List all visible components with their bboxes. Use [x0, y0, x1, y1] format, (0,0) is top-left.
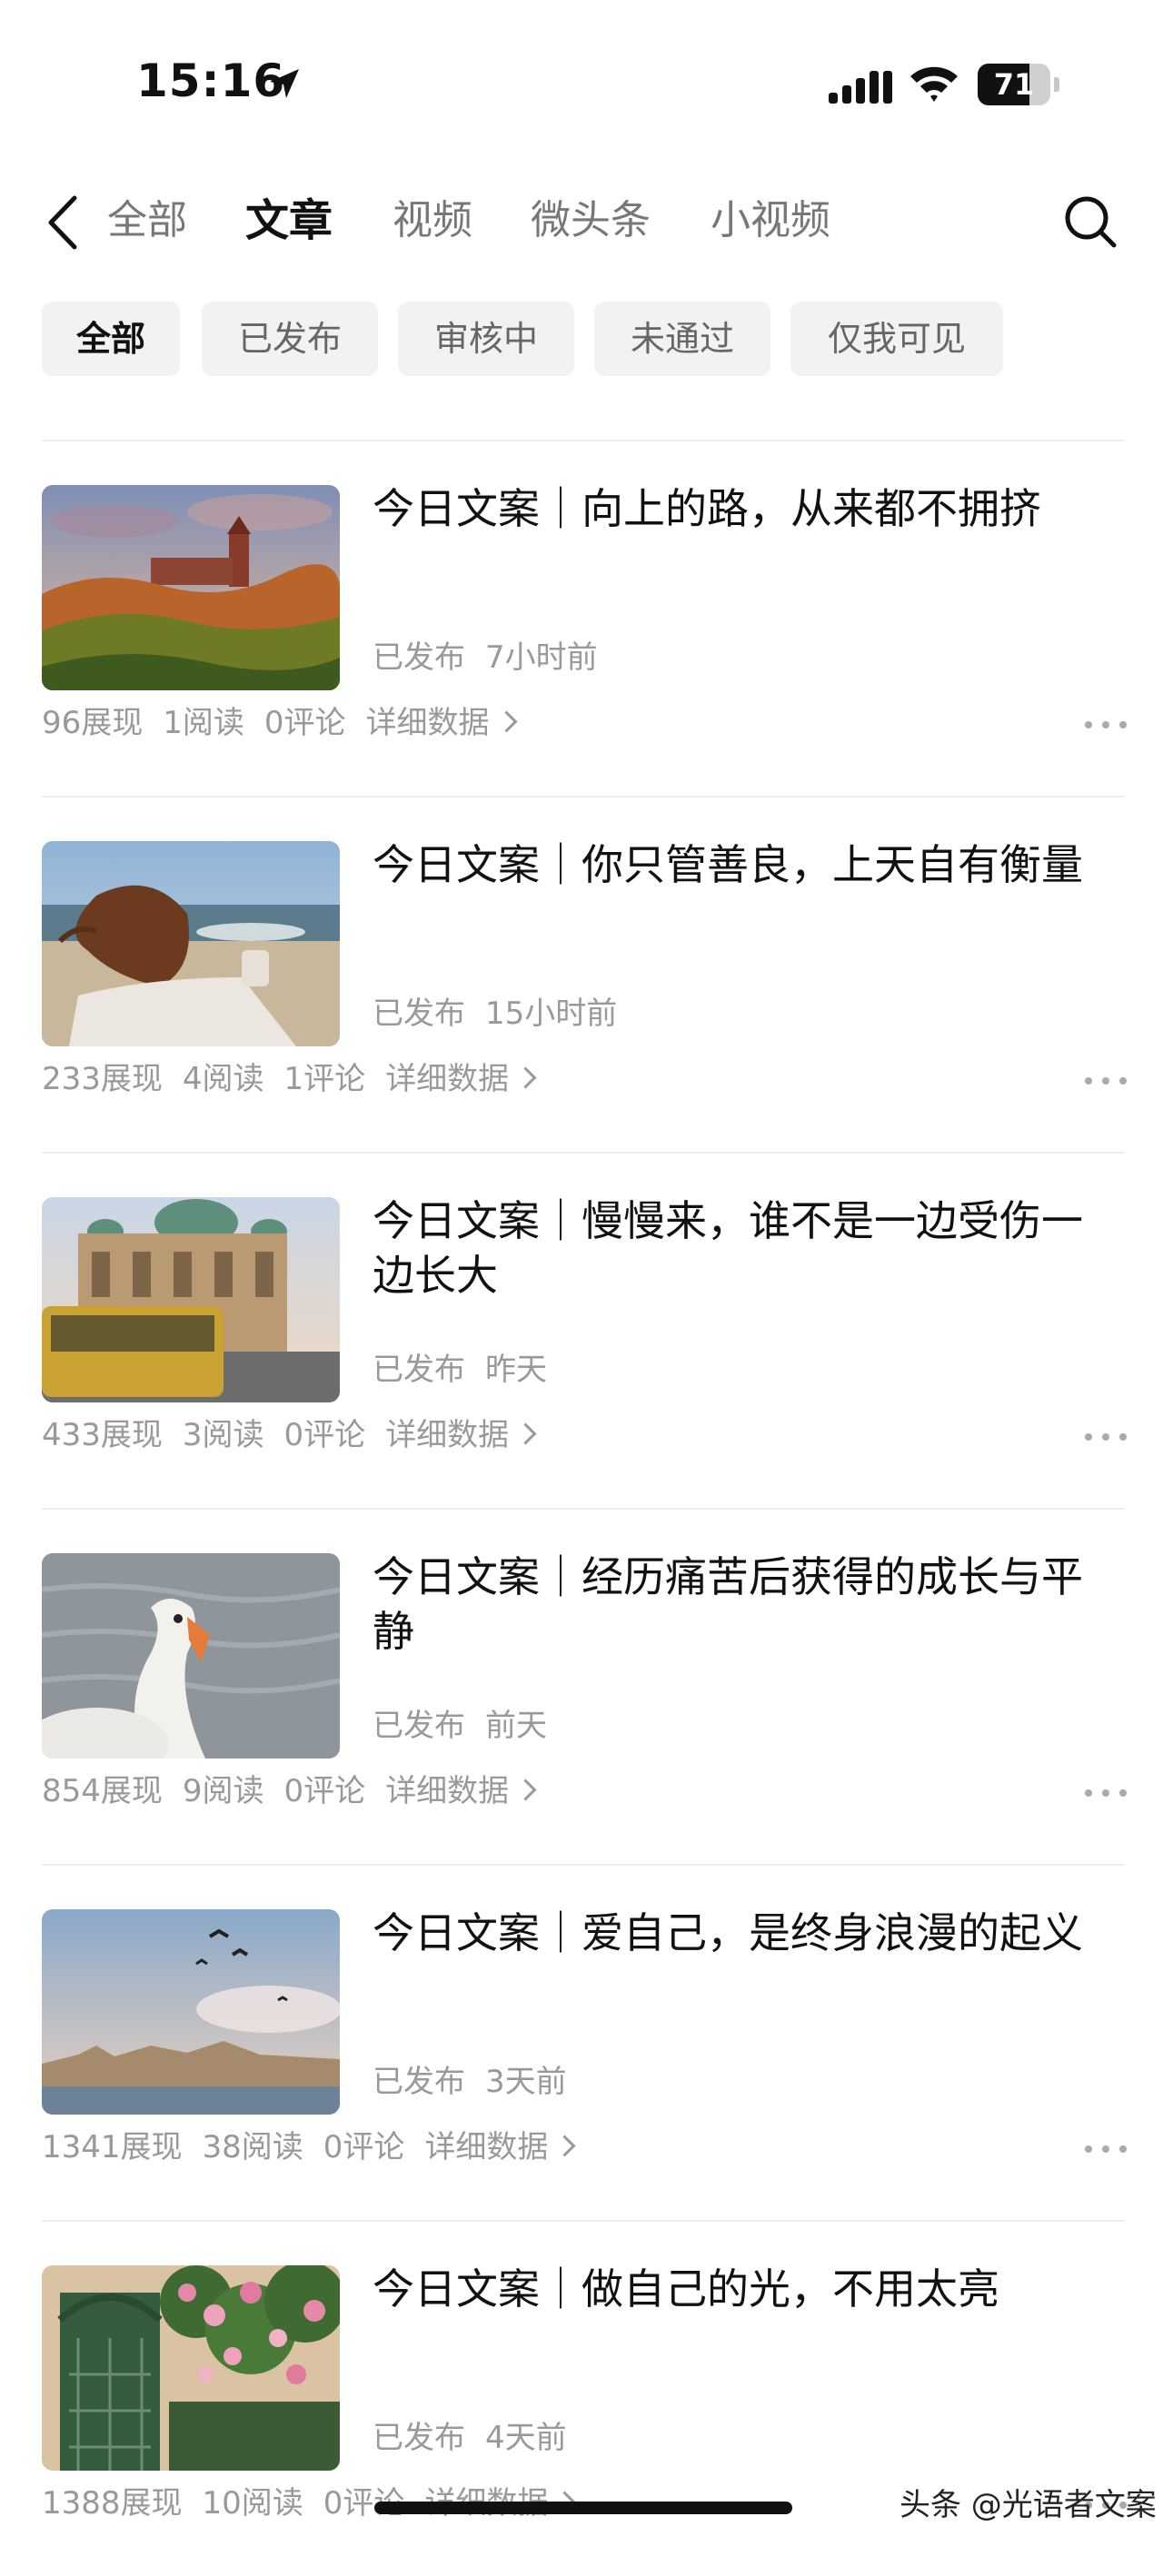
article-time: 3天前	[485, 2064, 567, 2100]
article-time: 前天	[485, 1708, 547, 1744]
article-impressions: 96展现	[42, 705, 144, 741]
filter-chip-all[interactable]: 全部	[42, 302, 180, 376]
article-reads: 3阅读	[182, 1417, 264, 1453]
detail-data-link[interactable]: 详细数据	[385, 1417, 509, 1453]
article-item[interactable]: 今日文案｜你只管善良，上天自有衡量 已发布 15小时前 233展现 4阅读 1评论 详细…	[0, 798, 1163, 1152]
battery-level-text: 71	[993, 67, 1035, 102]
article-title[interactable]: 今日文案｜你只管善良，上天自有衡量	[373, 837, 1099, 892]
article-status-line: 已发布 4天前	[373, 2413, 567, 2457]
article-reads: 10阅读	[202, 2485, 303, 2522]
article-status-line: 已发布 7小时前	[373, 632, 598, 677]
article-impressions: 433展现	[42, 1417, 163, 1453]
article-comments: 0评论	[323, 2129, 405, 2165]
article-time: 7小时前	[485, 639, 598, 676]
article-reads: 9阅读	[182, 1773, 264, 1809]
article-stats: 854展现 9阅读 0评论 详细数据	[42, 1766, 537, 1810]
detail-data-link[interactable]: 详细数据	[385, 1061, 509, 1097]
wifi-icon	[910, 66, 958, 102]
article-stats: 1341展现 38阅读 0评论 详细数据	[42, 2122, 576, 2166]
article-status-line: 已发布 3天前	[373, 2056, 567, 2101]
article-status: 已发布	[373, 2064, 465, 2100]
article-status: 已发布	[373, 1352, 465, 1388]
article-item[interactable]: 今日文案｜慢慢来，谁不是一边受伤一边长大 已发布 昨天 433展现 3阅读 0评论 详细…	[0, 1154, 1163, 1508]
article-time: 4天前	[485, 2420, 567, 2456]
article-reads: 1阅读	[163, 705, 244, 741]
more-options-icon[interactable]	[1085, 1788, 1127, 1798]
chevron-right-icon	[514, 1778, 537, 1801]
watermark: 头条 @光语者文案	[900, 2487, 1157, 2523]
article-reads: 38阅读	[202, 2129, 303, 2165]
article-comments: 0评论	[283, 1417, 366, 1453]
article-status: 已发布	[373, 996, 465, 1032]
article-stats: 1388展现10阅读0评论详细数据	[42, 2478, 576, 2522]
article-status-line: 已发布 昨天	[373, 1344, 547, 1389]
filter-chip-rejected[interactable]: 未通过	[594, 302, 770, 376]
tab-video[interactable]: 视频	[393, 191, 472, 251]
tab-micro-headline[interactable]: 微头条	[531, 191, 651, 251]
article-comments: 1评论	[283, 1061, 366, 1097]
status-bar: 15:16 71	[0, 0, 1163, 163]
status-time: 15:16	[136, 54, 286, 107]
article-item[interactable]: 今日文案｜经历痛苦后获得的成长与平静 已发布 前天 854展现 9阅读 0评论 详细数据	[0, 1510, 1163, 1864]
detail-data-link[interactable]: 详细数据	[424, 2129, 548, 2165]
battery-indicator: 71	[978, 64, 1061, 105]
detail-data-link[interactable]: 详细数据	[366, 705, 490, 741]
chevron-right-icon	[495, 710, 518, 733]
article-title[interactable]: 今日文案｜爱自己，是终身浪漫的起义	[373, 1906, 1099, 1960]
tab-articles[interactable]: 文章	[245, 191, 333, 251]
cellular-signal-icon	[829, 71, 892, 104]
article-impressions: 1341展现	[42, 2129, 183, 2165]
article-title[interactable]: 今日文案｜做自己的光，不用太亮	[373, 2262, 1099, 2316]
tab-all[interactable]: 全部	[107, 191, 187, 251]
article-time: 15小时前	[485, 996, 618, 1032]
article-status-line: 已发布 15小时前	[373, 988, 617, 1033]
detail-data-link[interactable]: 详细数据	[385, 1773, 509, 1809]
chevron-right-icon	[514, 1066, 537, 1089]
article-impressions: 233展现	[42, 1061, 163, 1097]
more-options-icon[interactable]	[1085, 1432, 1127, 1442]
article-status: 已发布	[373, 2420, 465, 2456]
article-comments: 0评论	[283, 1773, 366, 1809]
article-stats: 96展现 1阅读 0评论 详细数据	[42, 698, 518, 742]
article-status: 已发布	[373, 639, 465, 676]
article-thumbnail[interactable]	[42, 1909, 340, 2115]
location-arrow-icon	[270, 69, 299, 98]
back-chevron-icon[interactable]	[44, 193, 84, 253]
more-options-icon[interactable]	[1085, 2144, 1127, 2155]
article-item[interactable]: 今日文案｜爱自己，是终身浪漫的起义 已发布 3天前 1341展现 38阅读 0评论 详细…	[0, 1866, 1163, 2220]
chevron-right-icon	[514, 1422, 537, 1445]
search-icon[interactable]	[1061, 193, 1119, 251]
article-thumbnail[interactable]	[42, 841, 340, 1046]
article-status-line: 已发布 前天	[373, 1700, 547, 1745]
article-impressions: 854展现	[42, 1773, 163, 1809]
home-indicator[interactable]	[374, 2502, 792, 2514]
filter-chip-private[interactable]: 仅我可见	[790, 302, 1003, 376]
article-time: 昨天	[485, 1352, 547, 1388]
article-title[interactable]: 今日文案｜向上的路，从来都不拥挤	[373, 481, 1099, 536]
article-thumbnail[interactable]	[42, 1553, 340, 1759]
article-reads: 4阅读	[182, 1061, 264, 1097]
filter-chip-published[interactable]: 已发布	[202, 302, 378, 376]
tab-short-video[interactable]: 小视频	[711, 191, 830, 251]
article-title[interactable]: 今日文案｜慢慢来，谁不是一边受伤一边长大	[373, 1194, 1099, 1303]
article-impressions: 1388展现	[42, 2485, 183, 2522]
article-comments: 0评论	[263, 705, 346, 741]
chevron-right-icon	[553, 2135, 576, 2157]
article-thumbnail[interactable]	[42, 2265, 340, 2471]
article-stats: 433展现 3阅读 0评论 详细数据	[42, 1410, 537, 1454]
more-options-icon[interactable]	[1085, 1075, 1127, 1086]
filter-chip-reviewing[interactable]: 审核中	[398, 302, 574, 376]
article-stats: 233展现 4阅读 1评论 详细数据	[42, 1054, 537, 1098]
more-options-icon[interactable]	[1085, 719, 1127, 730]
article-thumbnail[interactable]	[42, 1197, 340, 1402]
article-title[interactable]: 今日文案｜经历痛苦后获得的成长与平静	[373, 1550, 1099, 1659]
article-status: 已发布	[373, 1708, 465, 1744]
article-item[interactable]: 今日文案｜向上的路，从来都不拥挤 已发布 7小时前 96展现 1阅读 0评论 详细数据	[0, 441, 1163, 796]
article-thumbnail[interactable]	[42, 485, 340, 690]
